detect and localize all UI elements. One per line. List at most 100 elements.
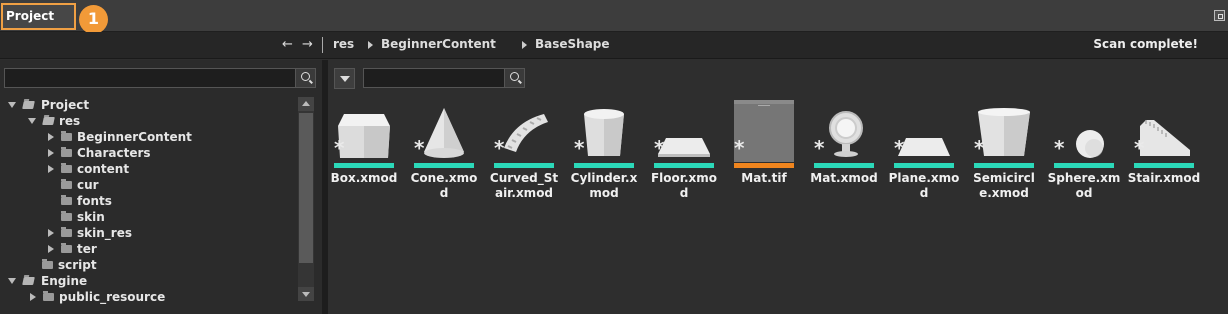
asset-label: Floor.xmod	[650, 171, 718, 200]
asset-type-bar	[814, 163, 874, 168]
collapse-arrow-icon[interactable]	[48, 229, 54, 237]
search-icon	[510, 72, 519, 81]
chevron-right-icon[interactable]	[368, 41, 373, 49]
asterisk-icon: *	[414, 136, 425, 160]
collapse-arrow-icon[interactable]	[48, 165, 54, 173]
expand-arrow-icon[interactable]	[28, 118, 36, 124]
tree-item-label: Engine	[41, 274, 88, 288]
maximize-icon[interactable]	[1214, 10, 1225, 21]
asset-tile[interactable]: * Floor.xmod	[647, 100, 721, 210]
asset-label: Stair.xmod	[1127, 171, 1201, 185]
asset-tile[interactable]: * Cone.xmod	[407, 100, 481, 210]
tree-search-input[interactable]	[4, 68, 316, 88]
expand-arrow-icon[interactable]	[8, 278, 16, 284]
title-bar: Project 1	[0, 0, 1228, 34]
folder-icon	[43, 291, 54, 301]
breadcrumb-beginnercontent[interactable]: BeginnerContent	[381, 37, 496, 51]
asterisk-icon: *	[1134, 136, 1145, 160]
folder-icon	[22, 101, 35, 109]
asset-tile[interactable]: * Semicircle.xmod	[967, 100, 1041, 210]
search-icon	[301, 72, 310, 81]
folder-icon	[61, 243, 72, 253]
asterisk-icon: *	[814, 136, 825, 160]
asset-label: Semicircle.xmod	[973, 171, 1035, 200]
breadcrumb-res[interactable]: res	[333, 37, 354, 51]
asterisk-icon: *	[494, 136, 505, 160]
asset-tile[interactable]: * Sphere.xmod	[1047, 100, 1121, 210]
asset-tile[interactable]: * Mat.xmod	[807, 100, 881, 210]
asset-label: Sphere.xmod	[1047, 171, 1121, 200]
asset-tile[interactable]: * Mat.tif	[727, 100, 801, 210]
back-arrow-icon[interactable]: ←	[282, 37, 293, 52]
asset-label: Cylinder.xmod	[570, 171, 638, 200]
callout-badge: 1	[79, 5, 108, 34]
tree-item-label: Characters	[77, 146, 151, 160]
asset-type-bar	[334, 163, 394, 168]
tree-item-label: BeginnerContent	[77, 130, 192, 144]
folder-tree: Project res BeginnerContent Characters c…	[0, 96, 298, 306]
folder-icon	[61, 227, 72, 237]
asset-label: Curved_Stair.xmod	[489, 171, 559, 200]
filter-dropdown[interactable]	[334, 68, 355, 89]
asset-tile[interactable]: * Curved_Stair.xmod	[487, 100, 561, 210]
scroll-up-icon[interactable]	[298, 97, 314, 111]
collapse-arrow-icon[interactable]	[30, 293, 36, 301]
asset-type-bar	[494, 163, 554, 168]
asset-type-bar	[1134, 163, 1194, 168]
folder-icon	[61, 147, 72, 157]
asset-label: Plane.xmod	[888, 171, 960, 200]
asterisk-icon: *	[654, 136, 665, 160]
asset-tile[interactable]: * Box.xmod	[327, 100, 401, 210]
folder-icon	[42, 117, 55, 125]
asterisk-icon: *	[574, 136, 585, 160]
asset-type-bar	[654, 163, 714, 168]
scroll-down-icon[interactable]	[298, 287, 314, 301]
asset-label: Mat.xmod	[810, 171, 878, 185]
asset-type-bar	[1054, 163, 1114, 168]
tree-item-label: skin_res	[77, 226, 132, 240]
asterisk-icon: *	[974, 136, 985, 160]
breadcrumb-baseshape[interactable]: BaseShape	[535, 37, 610, 51]
asterisk-icon: *	[334, 136, 345, 160]
collapse-arrow-icon[interactable]	[48, 149, 54, 157]
scroll-thumb[interactable]	[299, 113, 313, 263]
asset-type-bar	[894, 163, 954, 168]
asset-type-bar	[574, 163, 634, 168]
separator	[322, 37, 323, 53]
tree-item-label: res	[59, 114, 81, 128]
expand-arrow-icon[interactable]	[8, 102, 16, 108]
collapse-arrow-icon[interactable]	[48, 133, 54, 141]
asset-label: Box.xmod	[330, 171, 398, 185]
chevron-right-icon[interactable]	[522, 41, 527, 49]
tree-item-label: Project	[41, 98, 90, 112]
folder-icon	[61, 195, 72, 205]
folder-icon	[22, 277, 35, 285]
asterisk-icon: *	[734, 136, 745, 160]
asset-tile[interactable]: * Cylinder.xmod	[567, 100, 641, 210]
asset-search-button[interactable]	[504, 69, 524, 87]
tree-item-label: fonts	[77, 194, 112, 208]
asset-tile[interactable]: * Plane.xmod	[887, 100, 961, 210]
asset-search-input[interactable]	[363, 68, 525, 88]
folder-icon	[61, 179, 72, 189]
scan-status: Scan complete!	[1093, 37, 1198, 51]
asset-label: Mat.tif	[741, 171, 787, 185]
tab-project[interactable]: Project	[1, 3, 76, 30]
folder-icon	[42, 259, 53, 269]
collapse-arrow-icon[interactable]	[48, 245, 54, 253]
tree-item-label: public_resource	[59, 290, 166, 304]
tree-item-label: cur	[77, 178, 99, 192]
asset-label: Cone.xmod	[410, 171, 478, 200]
asset-tile[interactable]: * Stair.xmod	[1127, 100, 1201, 210]
asset-type-bar	[414, 163, 474, 168]
tree-item-label: script	[58, 258, 97, 272]
forward-arrow-icon[interactable]: →	[302, 37, 313, 52]
tree-item-label: skin	[77, 210, 105, 224]
asset-type-bar	[734, 163, 794, 168]
tree-scrollbar[interactable]	[298, 97, 314, 301]
asterisk-icon: *	[894, 136, 905, 160]
path-bar: ← → res BeginnerContent BaseShape Scan c…	[0, 32, 1228, 59]
folder-icon	[61, 211, 72, 221]
asterisk-icon: *	[1054, 136, 1065, 160]
tree-search-button[interactable]	[295, 69, 315, 87]
